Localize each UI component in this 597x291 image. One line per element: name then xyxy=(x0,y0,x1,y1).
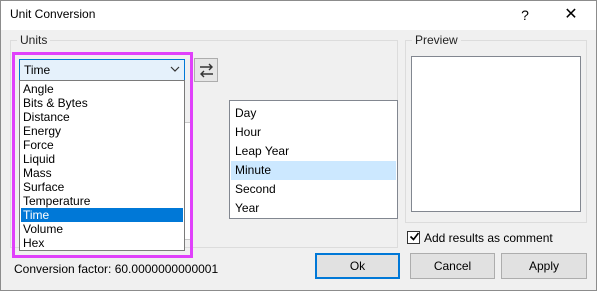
dropdown-option[interactable]: Hex xyxy=(21,236,183,250)
dropdown-option[interactable]: Volume xyxy=(21,222,183,236)
conversion-factor-text: Conversion factor: 60.0000000000001 xyxy=(14,262,219,276)
dropdown-option[interactable]: Energy xyxy=(21,124,183,138)
swap-units-button[interactable] xyxy=(194,58,218,82)
apply-button[interactable]: Apply xyxy=(501,253,587,279)
unit-list-item[interactable]: Second xyxy=(231,180,396,199)
dropdown-option[interactable]: Liquid xyxy=(21,152,183,166)
help-button[interactable]: ? xyxy=(512,3,538,27)
category-select-value: Time xyxy=(24,63,51,77)
dropdown-option[interactable]: Angle xyxy=(21,82,183,96)
category-dropdown-list[interactable]: Angle Bits & Bytes Distance Energy Force… xyxy=(19,80,185,251)
title-bar: Unit Conversion ? ✕ xyxy=(0,0,597,30)
ok-button[interactable]: Ok xyxy=(315,253,400,279)
dropdown-option[interactable]: Temperature xyxy=(21,194,183,208)
dropdown-option-selected[interactable]: Time xyxy=(21,208,183,222)
dropdown-option[interactable]: Surface xyxy=(21,180,183,194)
window-title: Unit Conversion xyxy=(10,7,96,21)
unit-list-item[interactable]: Day xyxy=(231,104,396,123)
dropdown-option[interactable]: Bits & Bytes xyxy=(21,96,183,110)
to-unit-list[interactable]: Day Hour Leap Year Minute Second Year xyxy=(229,100,398,219)
swap-arrows-icon xyxy=(198,62,215,82)
cancel-button[interactable]: Cancel xyxy=(410,253,495,279)
dropdown-option[interactable]: Force xyxy=(21,138,183,152)
unit-list-item[interactable]: Leap Year xyxy=(231,142,396,161)
unit-list-item[interactable]: Year xyxy=(231,199,396,218)
unit-list-item[interactable]: Hour xyxy=(231,123,396,142)
unit-list-item-selected[interactable]: Minute xyxy=(231,161,396,180)
checkmark-icon xyxy=(409,228,420,247)
dropdown-option[interactable]: Mass xyxy=(21,166,183,180)
close-button[interactable]: ✕ xyxy=(556,3,586,27)
category-select[interactable]: Time xyxy=(19,59,185,81)
units-legend: Units xyxy=(20,33,48,47)
preview-legend: Preview xyxy=(415,33,458,47)
dropdown-option[interactable]: Distance xyxy=(21,110,183,124)
preview-area xyxy=(411,56,581,212)
chevron-down-icon xyxy=(170,62,180,79)
add-comment-label: Add results as comment xyxy=(424,231,553,245)
